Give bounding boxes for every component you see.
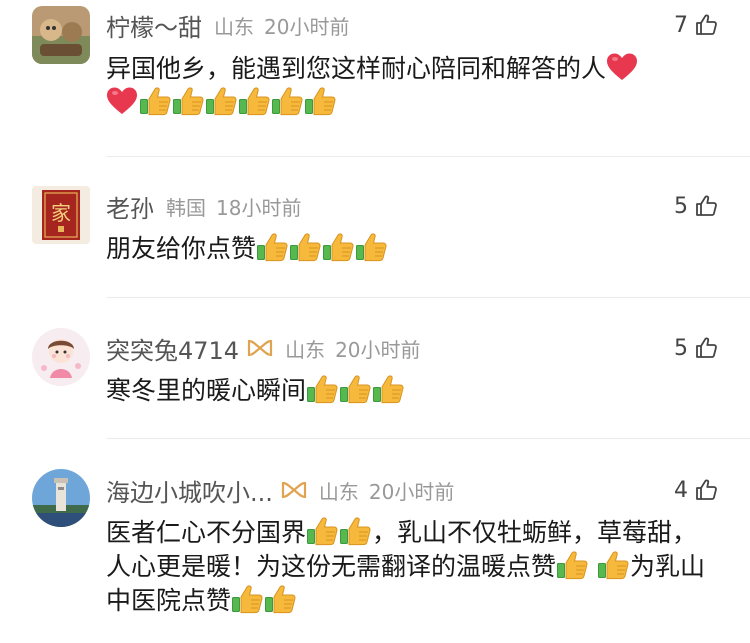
- thumbs-up-emoji: [271, 86, 303, 116]
- thumb-up-outline-icon: [694, 478, 718, 502]
- thumbs-up-emoji: [556, 550, 588, 580]
- comment-header: 突突兔4714 山东 20小时前: [106, 331, 421, 366]
- thumbs-up-emoji: [256, 232, 288, 262]
- username[interactable]: 海边小城吹小...: [106, 473, 273, 508]
- comment-text-part: 异国他乡，能遇到您这样耐心陪同和解答的人: [106, 54, 607, 83]
- like-count: 5: [674, 193, 688, 219]
- avatar[interactable]: [32, 328, 90, 386]
- comment-text: 寒冬里的暖心瞬间: [106, 374, 720, 408]
- thumbs-up-emoji: [139, 86, 171, 116]
- avatar-text: 家: [51, 201, 71, 225]
- like-count: 7: [674, 12, 688, 38]
- vip-badge-icon: [247, 337, 273, 359]
- thumb-up-outline-icon: [694, 13, 718, 37]
- thumbs-up-emoji: [306, 516, 338, 546]
- comment-text: 异国他乡，能遇到您这样耐心陪同和解答的人: [106, 52, 720, 120]
- avatar-image: [32, 469, 90, 527]
- comment-text: 朋友给你点赞: [106, 232, 720, 266]
- like-button[interactable]: 5: [674, 191, 718, 221]
- thumbs-up-emoji: [231, 584, 263, 614]
- thumbs-up-emoji: [304, 86, 336, 116]
- username[interactable]: 老孙: [106, 189, 154, 224]
- thumb-up-outline-icon: [694, 194, 718, 218]
- thumbs-up-emoji: [339, 374, 371, 404]
- divider: [106, 438, 750, 439]
- thumbs-up-emoji: [238, 86, 270, 116]
- thumbs-up-emoji: [339, 516, 371, 546]
- comment-list: 柠檬～甜 山东 20小时前 7 异国他乡，能遇到您这样耐心陪同和解答的人 家 老…: [0, 0, 750, 643]
- like-button[interactable]: 7: [674, 10, 718, 40]
- thumbs-up-emoji: [306, 374, 338, 404]
- comment-text-part: 寒冬里的暖心瞬间: [106, 376, 307, 405]
- thumbs-up-emoji: [289, 232, 321, 262]
- comment-header: 柠檬～甜 山东 20小时前: [106, 8, 350, 43]
- thumbs-up-emoji: [205, 86, 237, 116]
- avatar-image: 家: [32, 186, 90, 244]
- like-button[interactable]: 4: [674, 475, 718, 505]
- avatar[interactable]: 家: [32, 186, 90, 244]
- like-count: 5: [674, 335, 688, 361]
- comment-text-part: 医者仁心不分国界: [106, 518, 307, 547]
- thumb-up-outline-icon: [694, 336, 718, 360]
- thumbs-up-emoji: [372, 374, 404, 404]
- thumbs-up-emoji: [355, 232, 387, 262]
- avatar[interactable]: [32, 6, 90, 64]
- comment-text: 医者仁心不分国界 ，乳山不仅牡蛎鲜，草莓甜，人心更是暖！为这份无需翻译的温暖点赞 …: [106, 516, 720, 618]
- thumbs-up-emoji: [172, 86, 204, 116]
- comment-header: 老孙 韩国 18小时前: [106, 189, 302, 224]
- comment-text-part: 朋友给你点赞: [106, 234, 257, 263]
- avatar-image: [32, 328, 90, 386]
- avatar-image: [32, 6, 90, 64]
- username[interactable]: 柠檬～甜: [106, 8, 202, 43]
- timestamp: 20小时前: [368, 479, 455, 504]
- timestamp: 20小时前: [335, 337, 421, 362]
- username[interactable]: 突突兔4714: [106, 331, 239, 366]
- red-heart-emoji: [606, 52, 638, 82]
- like-button[interactable]: 5: [674, 333, 718, 363]
- timestamp: 18小时前: [216, 195, 302, 220]
- location: 韩国: [166, 195, 206, 220]
- timestamp: 20小时前: [264, 14, 350, 39]
- divider: [106, 156, 750, 157]
- location: 山东: [285, 337, 326, 362]
- vip-badge-icon: [281, 479, 307, 501]
- comment-header: 海边小城吹小... 山东 20小时前: [106, 473, 455, 508]
- location: 山东: [214, 14, 254, 39]
- thumbs-up-emoji: [597, 550, 629, 580]
- divider: [106, 297, 750, 298]
- thumbs-up-emoji: [322, 232, 354, 262]
- location: 山东: [318, 479, 359, 504]
- like-count: 4: [674, 477, 688, 503]
- red-heart-emoji: [106, 86, 138, 116]
- thumbs-up-emoji: [264, 584, 296, 614]
- avatar[interactable]: [32, 469, 90, 527]
